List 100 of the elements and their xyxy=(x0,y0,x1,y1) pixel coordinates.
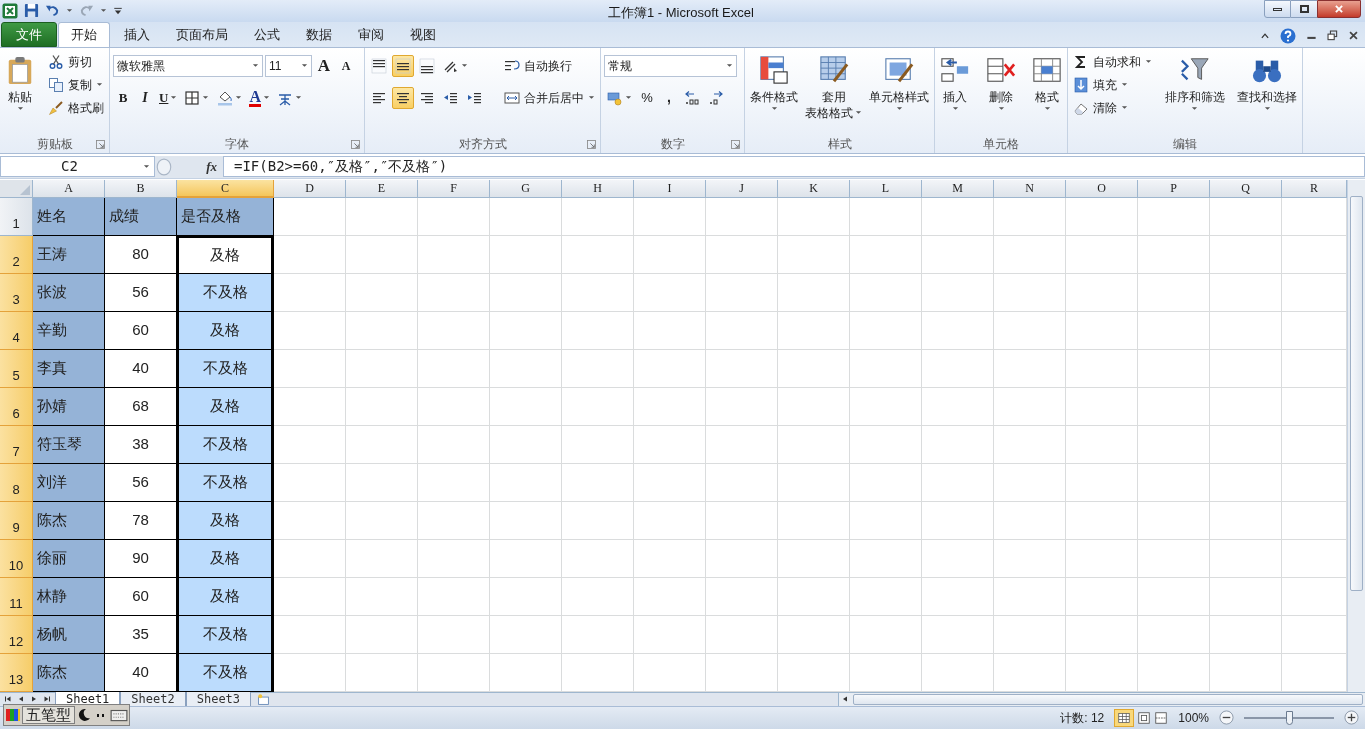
empty-cell[interactable] xyxy=(562,349,634,388)
toolbar-button[interactable]: 清除 xyxy=(1071,96,1130,119)
table-cell[interactable]: 不及格 xyxy=(177,425,274,464)
empty-cell[interactable] xyxy=(490,615,562,654)
empty-cell[interactable] xyxy=(1138,539,1210,578)
row-header[interactable]: 6 xyxy=(0,387,33,426)
empty-cell[interactable] xyxy=(634,349,706,388)
table-cell[interactable]: 90 xyxy=(105,539,177,578)
row-header[interactable]: 9 xyxy=(0,501,33,540)
empty-cell[interactable] xyxy=(418,501,490,540)
horizontal-scrollbar[interactable] xyxy=(838,692,1365,706)
empty-cell[interactable] xyxy=(778,539,850,578)
empty-cell[interactable] xyxy=(346,197,418,236)
empty-cell[interactable] xyxy=(994,425,1066,464)
ribbon-large-button[interactable]: 单元格样式 xyxy=(867,50,931,135)
empty-cell[interactable] xyxy=(922,235,994,274)
column-header[interactable]: J xyxy=(706,179,778,198)
table-cell[interactable]: 是否及格 xyxy=(177,197,274,236)
column-header[interactable]: C xyxy=(177,179,274,198)
close-button[interactable] xyxy=(1317,0,1361,18)
empty-cell[interactable] xyxy=(490,653,562,692)
column-header[interactable]: B xyxy=(105,179,177,198)
empty-cell[interactable] xyxy=(922,577,994,616)
empty-cell[interactable] xyxy=(346,577,418,616)
table-cell[interactable]: 80 xyxy=(105,235,177,274)
row-header[interactable]: 7 xyxy=(0,425,33,464)
row-header[interactable]: 12 xyxy=(0,615,33,654)
normal-view-button[interactable] xyxy=(1114,708,1135,727)
table-cell[interactable]: 68 xyxy=(105,387,177,426)
empty-cell[interactable] xyxy=(634,539,706,578)
toolbar-button[interactable]: 自动换行 xyxy=(502,54,574,77)
dropdown-field[interactable]: 11 xyxy=(265,54,312,77)
empty-cell[interactable] xyxy=(778,425,850,464)
empty-cell[interactable] xyxy=(922,615,994,654)
empty-cell[interactable] xyxy=(1066,539,1138,578)
empty-cell[interactable] xyxy=(1210,387,1282,426)
column-header[interactable]: O xyxy=(1066,179,1138,198)
empty-cell[interactable] xyxy=(346,387,418,426)
empty-cell[interactable] xyxy=(1210,349,1282,388)
empty-cell[interactable] xyxy=(850,653,922,692)
empty-cell[interactable] xyxy=(850,273,922,312)
align-middle-button[interactable] xyxy=(392,54,414,77)
toolbar-button[interactable]: 剪切 xyxy=(46,50,94,73)
empty-cell[interactable] xyxy=(706,311,778,350)
empty-cell[interactable] xyxy=(490,387,562,426)
bold-button[interactable]: B xyxy=(113,86,133,109)
empty-cell[interactable] xyxy=(562,463,634,502)
table-cell[interactable]: 78 xyxy=(105,501,177,540)
table-cell[interactable]: 杨帆 xyxy=(33,615,105,654)
empty-cell[interactable] xyxy=(778,615,850,654)
table-cell[interactable]: 38 xyxy=(105,425,177,464)
new-sheet-icon[interactable] xyxy=(257,692,271,706)
empty-cell[interactable] xyxy=(994,539,1066,578)
empty-cell[interactable] xyxy=(562,197,634,236)
empty-cell[interactable] xyxy=(562,425,634,464)
empty-cell[interactable] xyxy=(346,425,418,464)
empty-cell[interactable] xyxy=(922,539,994,578)
empty-cell[interactable] xyxy=(418,273,490,312)
italic-button[interactable]: I xyxy=(135,86,155,109)
table-cell[interactable]: 李真 xyxy=(33,349,105,388)
empty-cell[interactable] xyxy=(1210,577,1282,616)
empty-cell[interactable] xyxy=(850,235,922,274)
empty-cell[interactable] xyxy=(1066,349,1138,388)
empty-cell[interactable] xyxy=(1066,577,1138,616)
empty-cell[interactable] xyxy=(850,577,922,616)
column-header[interactable]: D xyxy=(274,179,346,198)
empty-cell[interactable] xyxy=(1210,311,1282,350)
resize-handle-icon[interactable] xyxy=(155,157,173,176)
toolbar-button[interactable]: 格式刷 xyxy=(46,96,106,119)
empty-cell[interactable] xyxy=(634,197,706,236)
table-cell[interactable]: 及格 xyxy=(177,577,274,616)
empty-cell[interactable] xyxy=(1138,577,1210,616)
ribbon-tab[interactable]: 页面布局 xyxy=(164,21,240,47)
table-cell[interactable]: 不及格 xyxy=(177,273,274,312)
column-header[interactable]: H xyxy=(562,179,634,198)
empty-cell[interactable] xyxy=(634,273,706,312)
empty-cell[interactable] xyxy=(1210,615,1282,654)
empty-cell[interactable] xyxy=(418,539,490,578)
align-center-button[interactable] xyxy=(392,86,414,109)
empty-cell[interactable] xyxy=(346,653,418,692)
row-header[interactable]: 10 xyxy=(0,539,33,578)
empty-cell[interactable] xyxy=(562,501,634,540)
empty-cell[interactable] xyxy=(778,577,850,616)
vertical-scrollbar[interactable] xyxy=(1347,179,1365,692)
grow-font-button[interactable]: A xyxy=(314,54,334,77)
empty-cell[interactable] xyxy=(634,311,706,350)
table-cell[interactable]: 及格 xyxy=(177,235,274,274)
empty-cell[interactable] xyxy=(562,387,634,426)
empty-cell[interactable] xyxy=(922,349,994,388)
empty-cell[interactable] xyxy=(850,311,922,350)
empty-cell[interactable] xyxy=(706,387,778,426)
shrink-font-button[interactable]: A xyxy=(336,54,356,77)
empty-cell[interactable] xyxy=(1066,235,1138,274)
empty-cell[interactable] xyxy=(778,197,850,236)
ribbon-large-button[interactable]: 粘贴 xyxy=(3,50,37,135)
save-icon[interactable] xyxy=(24,3,39,19)
column-header[interactable]: P xyxy=(1138,179,1210,198)
ribbon-large-button[interactable]: 插入 xyxy=(938,50,972,135)
empty-cell[interactable] xyxy=(994,577,1066,616)
empty-cell[interactable] xyxy=(418,463,490,502)
